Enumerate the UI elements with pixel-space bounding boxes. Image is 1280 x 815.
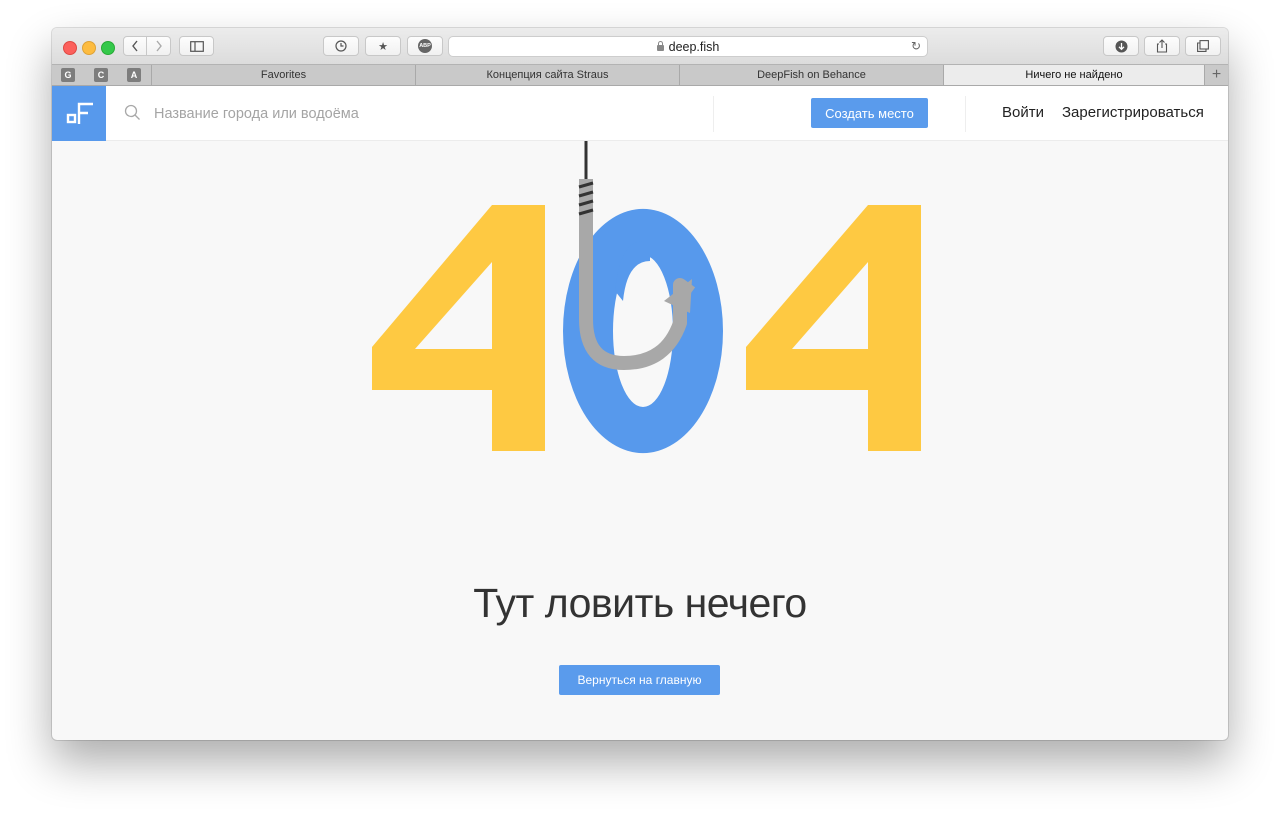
create-place-button[interactable]: Создать место [811,98,928,128]
login-link[interactable]: Войти [1002,104,1044,121]
sidebar-icon [189,40,204,52]
new-tab-button[interactable]: + [1204,65,1228,85]
tab-label: Ничего не найдено [1025,69,1123,81]
tab-label: Концепция сайта Straus [486,69,609,81]
site-logo[interactable] [52,86,106,141]
pinned-tab-c[interactable]: C [94,68,108,82]
tab-label: DeepFish on Behance [757,69,866,81]
tab-favorites[interactable]: Favorites [151,65,415,85]
bookmarks-button[interactable]: ★ [365,36,401,56]
site-header: Создать место Войти Зарегистрироваться [52,86,1228,141]
register-link[interactable]: Зарегистрироваться [1062,104,1204,121]
header-divider [965,96,966,132]
logo-icon [66,102,93,124]
history-button[interactable] [323,36,359,56]
tab-straus-concept[interactable]: Концепция сайта Straus [415,65,679,85]
city-search-input[interactable] [152,100,496,128]
pinned-tab-g[interactable]: G [61,68,75,82]
tabs-overview-button[interactable] [1185,36,1221,56]
error-tagline: Тут ловить нечего [473,580,807,626]
forward-icon [155,40,162,52]
tab-bar: G C A Favorites Концепция сайта Straus D… [52,64,1228,86]
tab-label: Favorites [260,69,307,81]
digit-four-right [746,205,921,451]
adblock-icon: ABP [418,39,432,53]
bookmark-star-icon: ★ [378,40,388,53]
navigation-buttons [123,36,171,56]
reload-icon[interactable]: ↻ [911,39,921,53]
tab-deepfish-behance[interactable]: DeepFish on Behance [679,65,943,85]
digit-four-left [372,205,545,451]
forward-button[interactable] [147,36,171,56]
back-home-button[interactable]: Вернуться на главную [559,665,720,695]
back-button[interactable] [123,36,147,56]
search-icon [124,104,140,120]
close-window-button[interactable] [63,41,77,55]
lock-icon [656,40,664,51]
address-bar[interactable]: deep.fish ↻ [448,36,928,57]
tab-not-found[interactable]: Ничего не найдено [943,65,1204,85]
browser-window: ★ ABP deep.fish ↻ G C A Favorites Концеп… [52,28,1228,740]
plus-icon: + [1211,66,1222,83]
tabs-overview-icon [1197,40,1209,52]
header-divider [713,96,714,132]
sidebar-button[interactable] [179,36,214,56]
history-icon [335,40,347,52]
zoom-window-button[interactable] [101,41,115,55]
address-text: deep.fish [668,39,720,54]
share-icon [1156,39,1168,53]
download-icon [1115,40,1127,52]
back-icon [132,40,138,52]
error-illustration [372,141,921,454]
adblock-button[interactable]: ABP [407,36,443,56]
share-button[interactable] [1144,36,1180,56]
browser-toolbar: ★ ABP deep.fish ↻ [52,28,1228,64]
downloads-button[interactable] [1103,36,1139,56]
line-wrap [578,179,594,217]
pinned-tab-a[interactable]: A [127,68,141,82]
minimize-window-button[interactable] [82,41,96,55]
